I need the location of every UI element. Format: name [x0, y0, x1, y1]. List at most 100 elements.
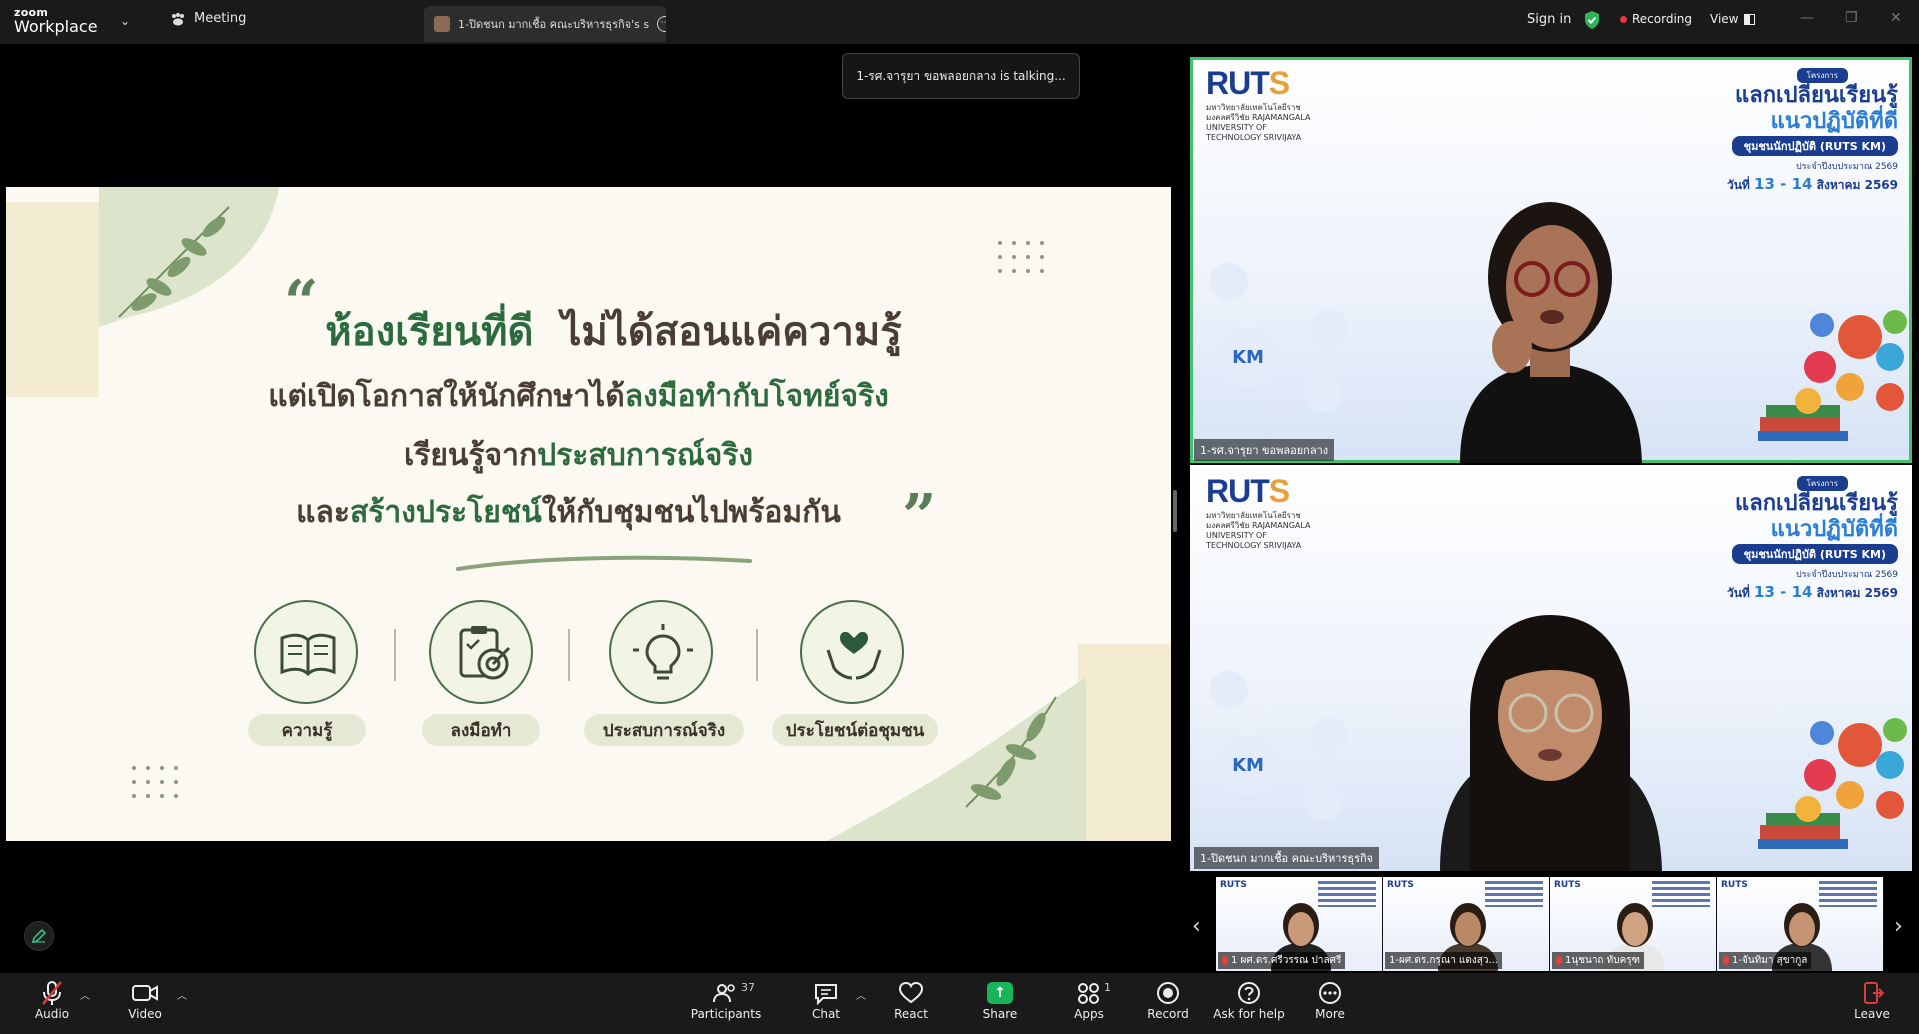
- icon-divider: [394, 629, 396, 681]
- minimize-icon[interactable]: —: [1800, 10, 1814, 26]
- icon-divider: [756, 629, 758, 681]
- react-button[interactable]: React: [871, 979, 951, 1029]
- thumbnail-tile[interactable]: RUTS 1นุชนาถ ทับครุฑ: [1550, 877, 1717, 971]
- date-days: 13 - 14: [1754, 583, 1813, 601]
- pill-knowledge: ความรู้: [248, 714, 366, 746]
- meeting-menu-button[interactable]: Meeting: [170, 11, 246, 26]
- participant-name-label: 1-ปิดชนก มากเชื้อ คณะบริหารธุรกิจ: [1194, 847, 1380, 869]
- chat-icon: [815, 984, 837, 1005]
- lightbulb-icon: [633, 624, 693, 680]
- apps-button[interactable]: 1 Apps: [1049, 979, 1129, 1029]
- mini-ruts-logo: RUTS: [1721, 880, 1748, 890]
- chat-button[interactable]: Chat: [786, 979, 866, 1029]
- university-name: มหาวิทยาลัยเทคโนโลยีราชมงคลศรีวิชัย RAJA…: [1206, 511, 1311, 550]
- share-button[interactable]: ↑ Share: [960, 979, 1040, 1029]
- strip-next-arrow[interactable]: ›: [1894, 914, 1903, 939]
- leave-label: Leave: [1854, 1007, 1890, 1021]
- video-button[interactable]: Video: [105, 979, 185, 1029]
- slide-headline: ห้องเรียนที่ดี ไม่ได้สอนแค่ความรู้: [6, 299, 1171, 363]
- thumbnail-caption: 1 ผศ.ดร.ศรีวรรณ ปาลศรี: [1218, 952, 1346, 969]
- chat-bubble-icon: [1310, 309, 1348, 347]
- logo-bottom-text: Workplace: [14, 17, 98, 36]
- participants-label: Participants: [690, 1007, 762, 1021]
- apps-icon: [1078, 983, 1099, 1004]
- record-button[interactable]: Record: [1128, 979, 1208, 1029]
- sign-in-button[interactable]: Sign in: [1527, 12, 1571, 27]
- video-label: Video: [128, 1007, 162, 1021]
- participants-icon: [713, 984, 735, 1003]
- meeting-paw-icon: [172, 12, 184, 25]
- chevron-down-icon[interactable]: ⌄: [120, 14, 130, 28]
- strip-prev-arrow[interactable]: ‹: [1192, 914, 1201, 939]
- apps-label: Apps: [1074, 1007, 1104, 1021]
- annotate-pencil-button[interactable]: [24, 921, 54, 951]
- date-prefix: วันที่: [1726, 586, 1750, 600]
- thumbnail-name: 1 ผศ.ดร.ศรีวรรณ ปาลศรี: [1231, 955, 1342, 966]
- slide-line-4: และสร้างประโยชน์ให้กับชุมชนไปพร้อมกัน: [6, 489, 1171, 536]
- chart-bubble-icon: [1304, 375, 1342, 413]
- banner-title-1: แลกเปลี่ยนเรียนรู้: [1735, 491, 1898, 516]
- chat-options-caret[interactable]: ︿: [856, 987, 866, 1002]
- participants-button[interactable]: 37 Participants: [676, 979, 776, 1029]
- view-button[interactable]: View: [1710, 12, 1756, 26]
- dot-grid-decoration: [132, 766, 178, 798]
- community-circle: [800, 600, 904, 704]
- university-name: มหาวิทยาลัยเทคโนโลยีราชมงคลศรีวิชัย RAJA…: [1206, 103, 1311, 142]
- view-label: View: [1710, 12, 1739, 26]
- banner-date: วันที่ 13 - 14 สิงหาคม 2569: [1668, 583, 1898, 603]
- banner-title-2: แนวปฏิบัติที่ดี: [1770, 109, 1898, 134]
- banner-title-2: แนวปฏิบัติที่ดี: [1770, 517, 1898, 542]
- slide-line-3: เรียนรู้จากประสบการณ์จริง: [6, 432, 1171, 479]
- ask-for-help-button[interactable]: Ask for help: [1199, 979, 1299, 1029]
- video-tile-speaker[interactable]: RUTS มหาวิทยาลัยเทคโนโลยีราชมงคลศรีวิชัย…: [1190, 57, 1912, 463]
- tab-avatar: [434, 16, 450, 32]
- recording-dot-icon: [1620, 15, 1627, 23]
- ruts-logo: RUTS: [1206, 65, 1290, 101]
- leave-button[interactable]: Leave: [1832, 979, 1912, 1029]
- shared-screen: “ ” ห้องเรียนที่ดี ไม่ได้สอนแค่ความรู้ แ…: [6, 187, 1171, 841]
- swoosh-underline: [456, 555, 752, 571]
- panel-resize-handle[interactable]: [1173, 490, 1177, 532]
- banner-tag: โครงการ: [1796, 476, 1848, 491]
- zoom-logo: zoom Workplace: [14, 7, 98, 35]
- talking-indicator: 1-รศ.จารุยา ขอพลอยกลาง is talking...: [842, 53, 1080, 99]
- thumbnail-tile[interactable]: RUTS 1 ผศ.ดร.ศรีวรรณ ปาลศรี: [1216, 877, 1383, 971]
- knowledge-circle: [254, 600, 358, 704]
- more-label: More: [1315, 1007, 1345, 1021]
- thumbnail-caption: 1นุชนาถ ทับครุฑ: [1552, 952, 1644, 969]
- km-bubble: KM: [1218, 327, 1278, 387]
- thumbnail-caption: 1-จันทิมา สุขากูล: [1719, 952, 1812, 969]
- tab-label: 1-ปิดชนก มากเชื้อ คณะบริหารธุรกิจ's s: [458, 18, 650, 31]
- banner-date: วันที่ 13 - 14 สิงหาคม 2569: [1668, 175, 1898, 195]
- maximize-icon[interactable]: ❐: [1845, 10, 1858, 26]
- more-button[interactable]: More: [1290, 979, 1370, 1029]
- recording-indicator[interactable]: Recording: [1620, 12, 1692, 26]
- screen-share-tab[interactable]: 1-ปิดชนก มากเชื้อ คณะบริหารธุรกิจ's s ⋯: [424, 6, 666, 42]
- meeting-label: Meeting: [194, 11, 247, 26]
- video-tile-participant[interactable]: RUTS มหาวิทยาลัยเทคโนโลยีราชมงคลศรีวิชัย…: [1190, 465, 1912, 871]
- more-dots-icon: [1319, 982, 1341, 1004]
- thumbnail-tile[interactable]: RUTS 1-ผศ.ดร.กรุณา แดงสุว...: [1383, 877, 1550, 971]
- banner-fiscal-year: ประจำปีงบประมาณ 2569: [1795, 162, 1898, 172]
- shield-check-icon[interactable]: [1583, 10, 1601, 30]
- line4-part-3: ให้กับชุมชนไปพร้อมกัน: [541, 495, 841, 530]
- thumbnail-name: 1-จันทิมา สุขากูล: [1732, 955, 1808, 966]
- mini-ruts-logo: RUTS: [1554, 880, 1581, 890]
- close-icon[interactable]: ✕: [1890, 10, 1902, 26]
- chat-label: Chat: [811, 1007, 841, 1021]
- recording-label: Recording: [1632, 12, 1693, 26]
- audio-options-caret[interactable]: ︿: [80, 987, 90, 1002]
- chart-bubble-icon: [1304, 783, 1342, 821]
- people-bubble-icon: [1210, 671, 1248, 709]
- headline-part-2: ไม่ได้สอนแค่ความรู้: [561, 309, 902, 355]
- video-options-caret[interactable]: ︿: [177, 987, 187, 1002]
- thumbnail-tile[interactable]: RUTS 1-จันทิมา สุขากูล: [1717, 877, 1884, 971]
- pill-practice: ลงมือทำ: [422, 714, 540, 746]
- speaker-name-label: 1-รศ.จารุยา ขอพลอยกลาง: [1194, 439, 1335, 461]
- slide-deco-right: [1078, 644, 1171, 841]
- banner-band: ชุมชนนักปฏิบัติ (RUTS KM): [1731, 544, 1898, 564]
- more-dots-icon[interactable]: ⋯: [657, 16, 666, 32]
- line4-part-1: และ: [296, 495, 350, 530]
- knowledge-icons-cluster: [1758, 718, 1907, 849]
- heart-icon: [898, 981, 924, 1004]
